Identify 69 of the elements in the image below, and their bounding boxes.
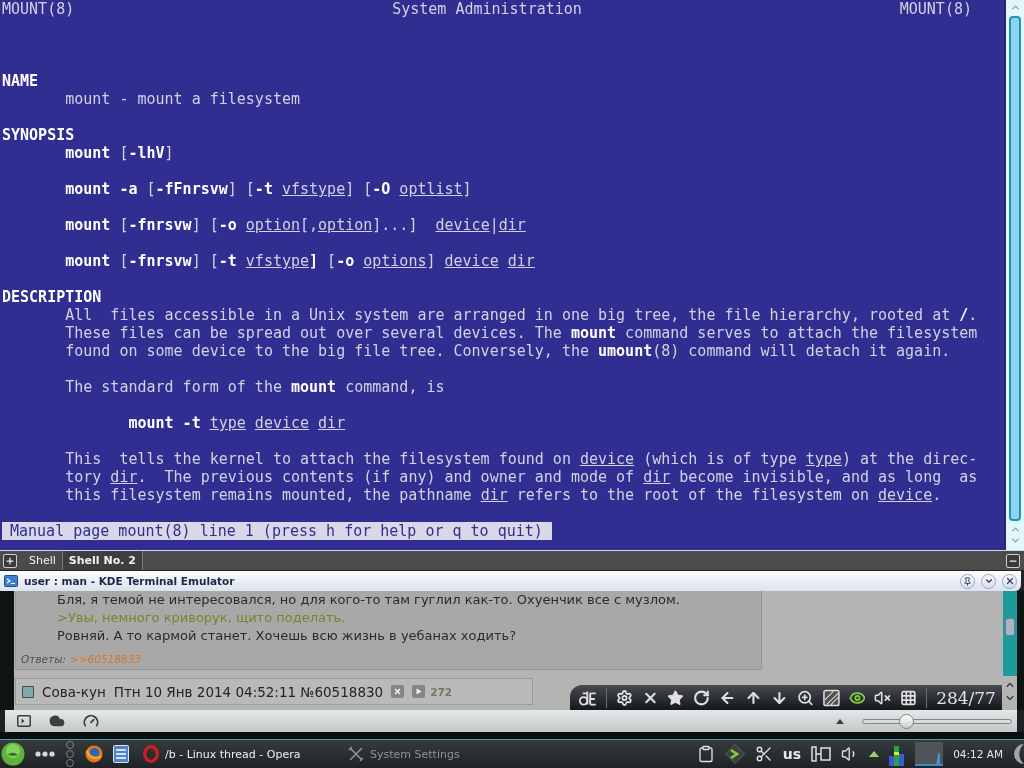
expand-arrow-icon[interactable] <box>869 751 880 757</box>
settings-icon[interactable] <box>615 688 633 707</box>
caret-up-icon[interactable] <box>836 718 844 724</box>
man-page-line: this filesystem remains mounted, the pathname dir refers to the root of the filesystem on device. <box>65 486 942 504</box>
keyboard-layout[interactable]: us <box>782 746 802 762</box>
cabinet-icon[interactable] <box>113 745 129 763</box>
grid-icon[interactable] <box>900 688 918 707</box>
man-page-line: mount - mount a filesystem <box>65 90 300 108</box>
panel-icon[interactable] <box>17 715 31 727</box>
slider-thumb[interactable] <box>898 713 914 729</box>
man-page-line: All files accessible in a Unix system are arranged in one big tree, the file hierarchy, rooted at /. <box>65 306 978 324</box>
man-page-line: mount [-fnrsvw] [-t vfstype] [-o options] device dir <box>65 252 535 270</box>
ring-icon <box>143 745 159 763</box>
rings-icon[interactable] <box>65 741 75 767</box>
clock-time[interactable]: 04:12 AM <box>953 748 1003 760</box>
man-page-line: mount [-fnrsvw] [-o option[,option]...] device|dir <box>65 216 526 234</box>
post-checkbox[interactable] <box>22 685 34 698</box>
zoom-slider[interactable] <box>862 713 1012 729</box>
post-text: Ровняй. А то кармой станет. Хочешь всю жизнь в уебанах ходить? <box>57 627 517 645</box>
cloud-icon[interactable] <box>49 713 65 729</box>
image-counter: 284/77 <box>936 687 996 708</box>
replies-label: Ответы: <box>21 653 66 665</box>
section-heading: DESCRIPTION <box>2 288 102 306</box>
section-heading: SYNOPSIS <box>2 126 75 144</box>
man-page-line: tory dir. The previous contents (if any) and owner and mode of dir become invisible, and as long as <box>65 468 978 486</box>
crescent-icon[interactable] <box>1013 743 1024 765</box>
man-page-title: MOUNT(8) <box>899 0 972 18</box>
section-heading: NAME <box>2 72 39 90</box>
task-button[interactable]: /b - Linux thread - Opera <box>139 741 344 767</box>
quote-text: >Увы, немного криворук, щито поделать. <box>57 609 346 627</box>
scrollbar[interactable] <box>1004 0 1024 550</box>
post-text: Бля, я темой не интересовался, но для кого-то там гуглил как-то. Охуенчик все с музлом. <box>57 591 680 609</box>
man-page-line: These files can be spread out over several devices. The mount command serves to attach the filesystem <box>65 324 978 342</box>
man-page-line: mount -a [-fFnrsvw] [-t vfstype] [-O optlist] <box>65 180 472 198</box>
man-page-line: This tells the kernel to attach the filesystem found on device (which is of type type) at the direc- <box>65 450 978 468</box>
man-page-line: found on some device to the big file tree. Conversely, the umount(8) command will detach it again. <box>65 342 951 360</box>
play-square-icon[interactable] <box>412 685 426 698</box>
terminal-icon <box>4 575 18 587</box>
scissors-icon[interactable] <box>754 745 773 763</box>
zoom-in-icon[interactable] <box>796 688 814 707</box>
tab[interactable]: Shell <box>23 551 63 570</box>
man-page-line: mount [-lhV] <box>65 144 174 162</box>
man-section-title: System Administration <box>392 0 582 18</box>
monogram-icon[interactable] <box>578 688 597 707</box>
window-thumbnail[interactable] <box>915 742 944 766</box>
post-count: 272 <box>430 685 453 698</box>
globe-icon[interactable] <box>85 745 103 763</box>
clipboard-icon[interactable] <box>696 745 715 763</box>
poster-name: Сова-кун <box>42 683 106 700</box>
star-icon[interactable] <box>667 688 685 707</box>
scrollbar-thumb[interactable] <box>1009 16 1021 521</box>
refresh-icon[interactable] <box>693 688 711 707</box>
dots-icon[interactable] <box>35 751 55 757</box>
launcher-icon[interactable] <box>1 742 25 766</box>
man-page-line: mount -t type device dir <box>128 414 346 432</box>
tab[interactable]: Shell No. 2 <box>62 551 143 570</box>
scrollbar[interactable] <box>1003 591 1017 710</box>
man-page-line: The standard form of the mount command, is <box>65 378 445 396</box>
speedometer-icon[interactable] <box>83 713 99 729</box>
x-square-icon[interactable] <box>391 685 405 698</box>
task-button[interactable]: System Settings <box>344 741 549 767</box>
window-title: user : man - KDE Terminal Emulator <box>24 575 235 587</box>
post-date: Птн 10 Янв 2014 04:52:11 №60518830 <box>113 683 384 700</box>
tools-icon <box>348 746 364 762</box>
hatched-square-icon[interactable] <box>822 688 840 707</box>
man-page-title: MOUNT(8) <box>2 0 75 18</box>
scrollbar-thumb[interactable] <box>1005 618 1015 636</box>
connector-icon[interactable] <box>811 746 832 762</box>
arrow-diamond-icon[interactable] <box>724 744 745 764</box>
